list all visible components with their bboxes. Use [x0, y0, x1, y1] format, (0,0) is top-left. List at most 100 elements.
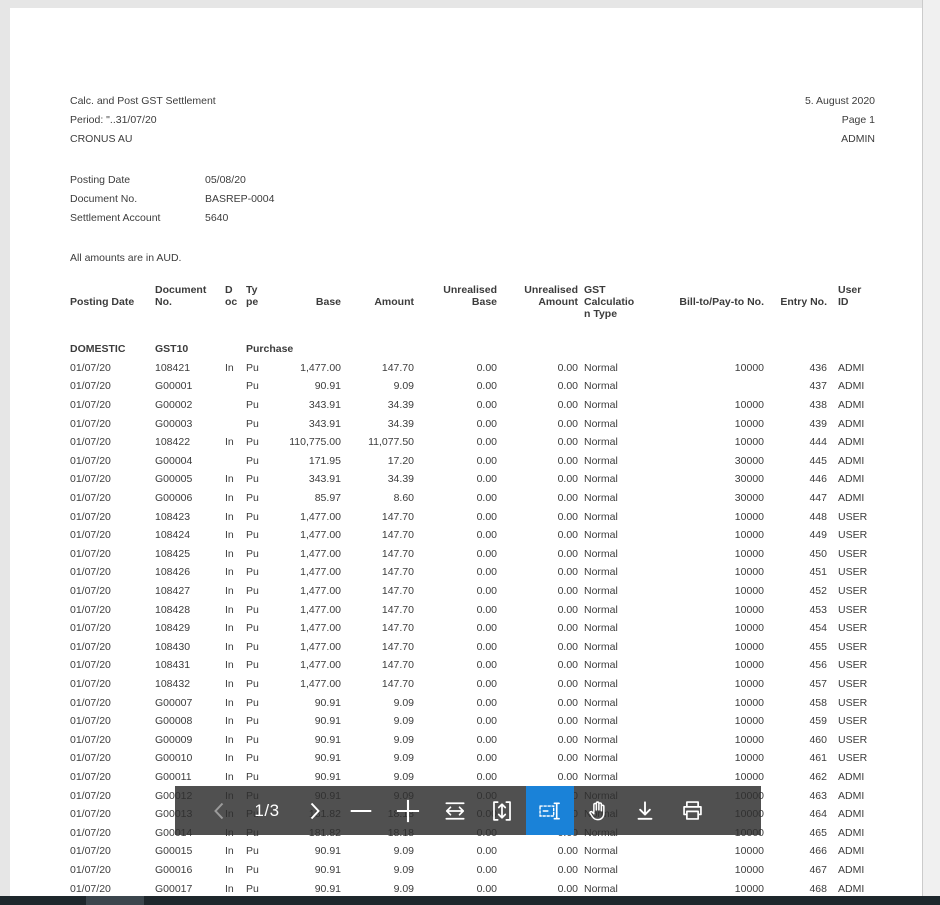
cell: G00004 — [155, 455, 223, 467]
cell: Normal — [578, 399, 648, 411]
chevron-left-icon — [208, 798, 232, 824]
cell: USER — [827, 622, 878, 634]
cell: 0.00 — [497, 752, 578, 764]
cell: 01/07/20 — [70, 548, 155, 560]
cell: ADMI — [827, 808, 878, 820]
table-row: 01/07/20108431InPu1,477.00147.700.000.00… — [70, 656, 878, 675]
previous-page-button[interactable] — [197, 786, 243, 835]
info-label: Settlement Account — [70, 209, 205, 228]
pan-tool-button[interactable] — [575, 786, 621, 835]
cell: 01/07/20 — [70, 715, 155, 727]
cell: 0.00 — [414, 845, 497, 857]
cell: Normal — [578, 845, 648, 857]
cell: G00009 — [155, 734, 223, 746]
cell: 90.91 — [266, 845, 341, 857]
col-doc: D oc — [223, 284, 243, 308]
cell: ADMI — [827, 492, 878, 504]
minus-icon — [348, 798, 374, 824]
cell: 01/07/20 — [70, 380, 155, 392]
cell: 0.00 — [414, 659, 497, 671]
cell: 10000 — [648, 697, 764, 709]
cell: 343.91 — [266, 418, 341, 430]
cell: 10000 — [648, 511, 764, 523]
cell: Normal — [578, 771, 648, 783]
cell: G00002 — [155, 399, 223, 411]
cell: 10000 — [648, 771, 764, 783]
table-row: 01/07/20G00010InPu90.919.090.000.00Norma… — [70, 749, 878, 768]
table-row: 01/07/20108427InPu1,477.00147.700.000.00… — [70, 582, 878, 601]
zoom-in-button[interactable] — [385, 786, 431, 835]
horizontal-scrollbar-thumb[interactable] — [86, 896, 144, 905]
cell: 108428 — [155, 604, 223, 616]
cell: Normal — [578, 678, 648, 690]
cell: Pu — [243, 715, 266, 727]
cell: 468 — [764, 883, 827, 895]
cell: Normal — [578, 752, 648, 764]
cell: 447 — [764, 492, 827, 504]
cell: In — [223, 641, 243, 653]
cell: 90.91 — [266, 864, 341, 876]
table-row: 01/07/20108426InPu1,477.00147.700.000.00… — [70, 563, 878, 582]
cell: 0.00 — [414, 529, 497, 541]
cell: USER — [827, 585, 878, 597]
cell: ADMI — [827, 790, 878, 802]
table-group-row: DOMESTIC GST10 Purchase — [70, 340, 878, 359]
next-page-button[interactable] — [291, 786, 337, 835]
cell: G00001 — [155, 380, 223, 392]
cell: 0.00 — [497, 418, 578, 430]
cell: 10000 — [648, 752, 764, 764]
report-header: Calc. and Post GST Settlement Period: ".… — [70, 92, 875, 149]
text-selection-button[interactable] — [526, 786, 574, 835]
cell: Pu — [243, 771, 266, 783]
cell: USER — [827, 529, 878, 541]
cell: DOMESTIC — [70, 343, 155, 355]
cell: In — [223, 436, 243, 448]
download-button[interactable] — [622, 786, 668, 835]
cell: 01/07/20 — [70, 808, 155, 820]
table-row: 01/07/20G00008InPu90.919.090.000.00Norma… — [70, 712, 878, 731]
fit-to-page-button[interactable] — [479, 786, 525, 835]
cell: 01/07/20 — [70, 659, 155, 671]
cell: USER — [827, 511, 878, 523]
cell: ADMI — [827, 362, 878, 374]
chevron-right-icon — [302, 798, 326, 824]
cell: USER — [827, 566, 878, 578]
cell: 01/07/20 — [70, 529, 155, 541]
cell: 1,477.00 — [266, 622, 341, 634]
cell: 10000 — [648, 641, 764, 653]
cell: 10000 — [648, 864, 764, 876]
zoom-out-button[interactable] — [338, 786, 384, 835]
cell: 90.91 — [266, 380, 341, 392]
cell: ADMI — [827, 845, 878, 857]
vertical-scrollbar-track[interactable] — [922, 0, 940, 896]
table-row: 01/07/20108421InPu1,477.00147.700.000.00… — [70, 359, 878, 378]
cell: 466 — [764, 845, 827, 857]
cell: 0.00 — [497, 455, 578, 467]
horizontal-scrollbar-track[interactable] — [0, 896, 940, 905]
cell: 01/07/20 — [70, 622, 155, 634]
cell: 0.00 — [497, 771, 578, 783]
cell: G00005 — [155, 473, 223, 485]
cell: In — [223, 883, 243, 895]
cell: 460 — [764, 734, 827, 746]
report-info: Posting Date 05/08/20 Document No. BASRE… — [70, 171, 274, 229]
cell: USER — [827, 641, 878, 653]
report-date: 5. August 2020 — [805, 92, 875, 111]
cell: 0.00 — [414, 864, 497, 876]
cell: 9.09 — [341, 380, 414, 392]
fit-to-width-button[interactable] — [432, 786, 478, 835]
cell: 457 — [764, 678, 827, 690]
cell: In — [223, 734, 243, 746]
table-row: 01/07/20108428InPu1,477.00147.700.000.00… — [70, 600, 878, 619]
table-row: 01/07/20G00004Pu171.9517.200.000.00Norma… — [70, 452, 878, 471]
cell: 01/07/20 — [70, 362, 155, 374]
cell: 9.09 — [341, 734, 414, 746]
cell: 01/07/20 — [70, 641, 155, 653]
table-row: 01/07/20G00009InPu90.919.090.000.00Norma… — [70, 730, 878, 749]
print-button[interactable] — [669, 786, 715, 835]
cell: 461 — [764, 752, 827, 764]
cell: 437 — [764, 380, 827, 392]
cell: In — [223, 604, 243, 616]
cell: 108423 — [155, 511, 223, 523]
report-period: Period: "..31/07/20 — [70, 111, 216, 130]
